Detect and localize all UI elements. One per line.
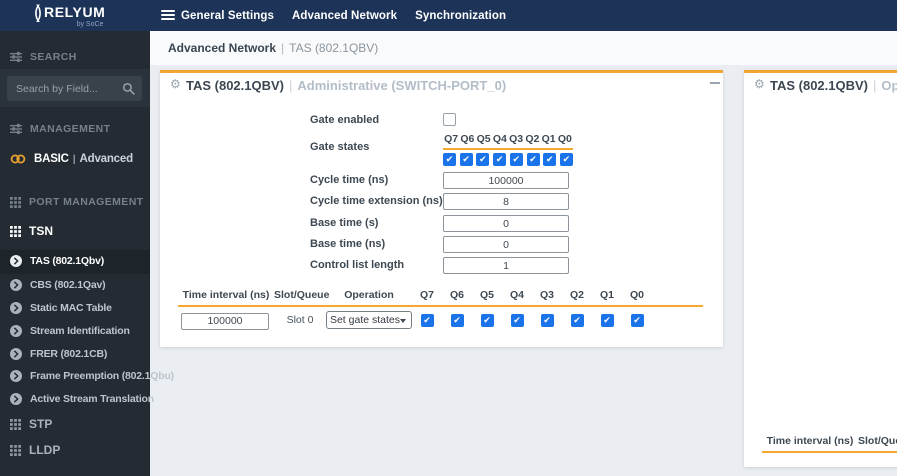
- breadcrumb-bar: Advanced Network | TAS (802.1QBV): [150, 31, 897, 65]
- cycle-time-extension-input[interactable]: [443, 193, 569, 210]
- nav-general-settings[interactable]: General Settings: [181, 10, 274, 22]
- gate-enabled-checkbox[interactable]: [443, 113, 456, 126]
- sidebar-item-basic-advanced[interactable]: BASIC | Advanced: [0, 150, 150, 168]
- gate-state-checkbox-q4[interactable]: [493, 153, 507, 166]
- sidebar-toggle-icon[interactable]: [161, 10, 175, 20]
- control-list-table-header: Time interval (ns) Slot/Queue Operation …: [182, 289, 644, 301]
- queue-header-row: Q7 Q6 Q5 Q4 Q3 Q2 Q1 Q0: [444, 133, 572, 145]
- gate-state-checkbox-q3[interactable]: [509, 153, 523, 166]
- gate-state-checkbox-q2[interactable]: [526, 153, 540, 166]
- sliders-icon: [10, 123, 22, 135]
- sidebar-item-active-stream-translation[interactable]: Active Stream Translation: [0, 390, 154, 408]
- grid-icon: [10, 226, 21, 237]
- row-gate-checkbox-q5[interactable]: [480, 313, 494, 327]
- sidebar-item-stream-identification[interactable]: Stream Identification: [0, 322, 150, 340]
- row-gate-checkbox-q3[interactable]: [540, 313, 554, 327]
- brand-subtitle: by SoCe: [76, 21, 104, 28]
- row-gate-checkbox-q1[interactable]: [600, 313, 614, 327]
- relyum-logo[interactable]: () RELYUM by SoCe: [34, 2, 105, 28]
- operative-table-header: Time interval (ns) Slot/Queue: [766, 435, 897, 447]
- sidebar-item-frer[interactable]: FRER (802.1CB): [0, 345, 150, 363]
- gear-icon: ⚙: [170, 77, 181, 91]
- chevron-circle-icon: [10, 325, 22, 337]
- sidebar-header-search: SEARCH: [0, 49, 150, 65]
- time-interval-input[interactable]: [181, 312, 269, 330]
- gate-enabled-label: Gate enabled: [310, 114, 380, 126]
- base-time-s-input[interactable]: [443, 215, 569, 232]
- nav-advanced-network[interactable]: Advanced Network: [292, 10, 397, 22]
- sliders-icon: [10, 51, 22, 63]
- top-menu: General Settings Advanced Network Synchr…: [181, 0, 506, 31]
- table-header-underline: [762, 451, 897, 453]
- breadcrumb: Advanced Network | TAS (802.1QBV): [168, 41, 379, 55]
- table-header-underline: [178, 305, 703, 307]
- brand-name: RELYUM: [44, 4, 106, 20]
- row-gate-checkbox-q7[interactable]: [420, 313, 434, 327]
- cycle-time-extension-label: Cycle time extension (ns): [310, 195, 443, 207]
- chevron-circle-icon: [10, 370, 22, 382]
- slot-value: Slot 0: [286, 314, 314, 327]
- chevron-circle-icon: [10, 348, 22, 360]
- gate-state-checkbox-q0[interactable]: [559, 153, 573, 166]
- gate-states-label: Gate states: [310, 141, 370, 153]
- grid-icon: [10, 445, 21, 456]
- sidebar-item-cbs[interactable]: CBS (802.1Qav): [0, 276, 150, 294]
- gate-state-checkbox-q6[interactable]: [459, 153, 473, 166]
- nav-synchronization[interactable]: Synchronization: [415, 10, 506, 22]
- top-navbar: () RELYUM by SoCe General Settings Advanc…: [0, 0, 897, 31]
- administrative-panel: ⚙ TAS (802.1QBV) | Administrative (SWITCH-…: [160, 70, 723, 347]
- panel-title: TAS (802.1QBV) | Administrative (SWITCH-PO…: [186, 78, 507, 93]
- grid-icon: [10, 197, 21, 208]
- gear-icon: ⚙: [754, 77, 765, 91]
- toggle-rings-icon: [10, 153, 26, 165]
- base-time-s-label: Base time (s): [310, 217, 379, 229]
- sidebar-item-static-mac-table[interactable]: Static MAC Table: [0, 299, 150, 317]
- sidebar-item-tsn[interactable]: TSN: [0, 222, 150, 240]
- sidebar-item-tas[interactable]: TAS (802.1Qbv): [0, 252, 150, 270]
- cycle-time-label: Cycle time (ns): [310, 174, 389, 186]
- row-gate-checkbox-q0[interactable]: [630, 313, 644, 327]
- base-time-ns-label: Base time (ns): [310, 238, 386, 250]
- gate-state-checkbox-q5[interactable]: [476, 153, 490, 166]
- gate-state-checkbox-q1[interactable]: [543, 153, 557, 166]
- operation-select[interactable]: Set gate states: [326, 311, 412, 330]
- cycle-time-ns-input[interactable]: [443, 172, 569, 189]
- row-gate-checkbox-q2[interactable]: [570, 313, 584, 327]
- sidebar-item-frame-preemption[interactable]: Frame Preemption (802.1Qbu): [0, 367, 174, 385]
- control-list-length-label: Control list length: [310, 259, 405, 271]
- control-list-row: Slot 0 Set gate states: [178, 311, 652, 330]
- collapse-icon[interactable]: [710, 82, 720, 84]
- row-gate-checkbox-q4[interactable]: [510, 313, 524, 327]
- panel-title: TAS (802.1QBV)|Operative (SWITCH-PORT_0): [770, 78, 897, 93]
- base-time-ns-input[interactable]: [443, 236, 569, 253]
- control-list-length-input[interactable]: [443, 257, 569, 274]
- sidebar-item-lldp[interactable]: LLDP: [0, 441, 150, 459]
- chevron-circle-icon: [10, 255, 22, 267]
- sidebar-item-stp[interactable]: STP: [0, 415, 150, 433]
- logo-paren-right: ): [36, 2, 42, 22]
- sidebar-header-management: MANAGEMENT: [0, 121, 150, 137]
- grid-icon: [10, 419, 21, 430]
- row-gate-checkbox-q6[interactable]: [450, 313, 464, 327]
- sidebar: SEARCH MANAGEMENT BASIC | Advanced PORT …: [0, 31, 174, 476]
- queue-underline: [443, 148, 573, 150]
- sidebar-header-port-management: PORT MANAGEMENT: [0, 194, 150, 210]
- content-area: Advanced Network | TAS (802.1QBV) ⚙ TAS (8…: [150, 31, 897, 476]
- operative-panel: ⚙ TAS (802.1QBV)|Operative (SWITCH-PORT_…: [744, 70, 897, 467]
- app-window: () RELYUM by SoCe General Settings Advanc…: [0, 0, 897, 476]
- chevron-circle-icon: [10, 302, 22, 314]
- chevron-down-icon: [400, 319, 406, 324]
- gate-states-checkboxes: [443, 153, 573, 166]
- chevron-circle-icon: [10, 279, 22, 291]
- search-icon[interactable]: [122, 82, 135, 95]
- gate-state-checkbox-q7[interactable]: [443, 153, 456, 166]
- chevron-circle-icon: [10, 393, 22, 405]
